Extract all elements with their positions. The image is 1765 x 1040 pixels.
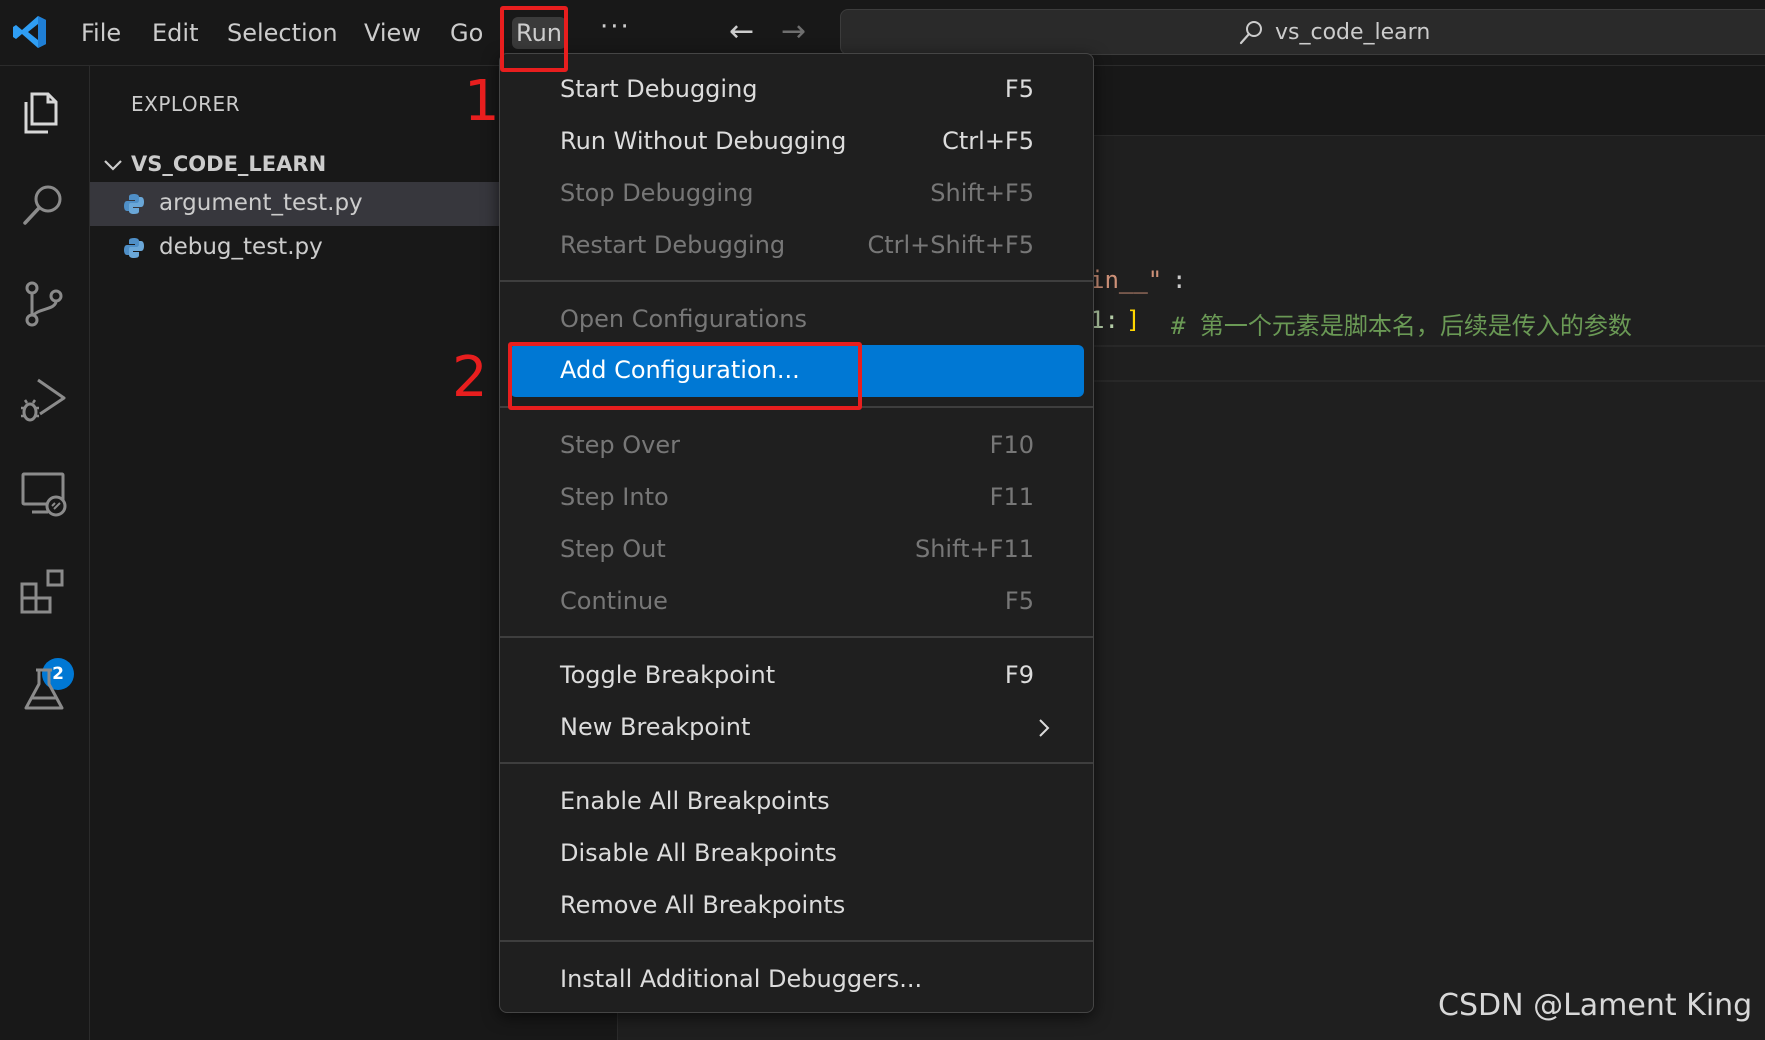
menu-item-start-debugging[interactable]: Start Debugging F5 [510,67,1084,113]
menu-file[interactable]: File [81,17,121,49]
menu-view[interactable]: View [364,17,421,49]
code-slice: 1: [1090,306,1119,334]
search-text: vs_code_learn [1275,20,1431,45]
menu-separator [500,762,1093,764]
menu-item-restart-debugging: Restart Debugging Ctrl+Shift+F5 [510,223,1084,269]
remote-explorer-icon[interactable] [18,468,70,520]
menu-edit[interactable]: Edit [152,17,198,49]
search-icon[interactable] [18,180,70,232]
activity-bar: 2 [0,66,90,1040]
menu-item-run-without-debugging[interactable]: Run Without Debugging Ctrl+F5 [510,119,1084,165]
forward-arrow-icon[interactable]: → [781,16,806,48]
python-file-icon [124,194,144,214]
menu-item-label: Continue [560,587,668,615]
menu-item-label: Run Without Debugging [560,127,847,155]
run-debug-icon[interactable] [18,372,70,424]
menu-item-label: Enable All Breakpoints [560,787,830,815]
code-comment: # 第一个元素是脚本名，后续是传入的参数 [1171,312,1632,340]
menu-item-label: Step Out [560,535,666,563]
menu-item-new-breakpoint[interactable]: New Breakpoint [510,705,1084,751]
menu-item-label: Disable All Breakpoints [560,839,837,867]
menu-item-continue: Continue F5 [510,579,1084,625]
run-menu-dropdown: Start Debugging F5 Run Without Debugging… [499,53,1094,1013]
menu-item-label: Install Additional Debuggers... [560,965,923,993]
menu-item-shortcut: F5 [1004,587,1034,615]
menu-item-remove-all-breakpoints[interactable]: Remove All Breakpoints [510,883,1084,929]
menu-item-label: Restart Debugging [560,231,786,259]
chevron-right-icon [1039,719,1050,737]
menu-item-shortcut: Shift+F11 [914,535,1034,563]
watermark: CSDN @Lament King [1438,988,1753,1023]
menu-item-shortcut: F5 [1004,75,1034,103]
menu-item-shortcut: Shift+F5 [930,179,1034,207]
code-bracket: ] [1126,306,1141,334]
menu-item-open-configurations: Open Configurations [510,297,1084,343]
code-colon: : [1172,266,1187,294]
file-name: argument_test.py [159,190,363,216]
highlight-box-run [500,6,568,72]
menu-item-shortcut: F10 [989,431,1034,459]
command-center-search[interactable]: vs_code_learn [840,9,1765,55]
menu-item-disable-all-breakpoints[interactable]: Disable All Breakpoints [510,831,1084,877]
menu-item-label: Toggle Breakpoint [560,661,776,689]
menu-selection[interactable]: Selection [227,17,338,49]
testing-icon[interactable] [18,664,70,716]
menu-item-label: Open Configurations [560,305,807,333]
menu-go[interactable]: Go [450,17,483,49]
menu-item-step-over: Step Over F10 [510,423,1084,469]
menu-item-install-additional-debuggers[interactable]: Install Additional Debuggers... [510,957,1084,1003]
menu-item-label: Stop Debugging [560,179,754,207]
python-file-icon [124,238,144,258]
menu-item-label: Remove All Breakpoints [560,891,846,919]
highlight-box-add-configuration [508,342,862,410]
menu-item-stop-debugging: Stop Debugging Shift+F5 [510,171,1084,217]
menu-item-label: Step Into [560,483,669,511]
back-arrow-icon[interactable]: ← [729,16,754,48]
chevron-down-icon [104,160,122,171]
vscode-logo-icon [13,16,46,48]
file-name: debug_test.py [159,234,323,260]
more-menus-button[interactable]: ··· [600,12,631,42]
explorer-title: EXPLORER [131,92,240,116]
menu-item-toggle-breakpoint[interactable]: Toggle Breakpoint F9 [510,653,1084,699]
menu-separator [500,280,1093,282]
menu-item-shortcut: Ctrl+F5 [942,127,1034,155]
menu-item-shortcut: F9 [1004,661,1034,689]
menu-item-enable-all-breakpoints[interactable]: Enable All Breakpoints [510,779,1084,825]
menu-item-shortcut: Ctrl+Shift+F5 [867,231,1034,259]
menu-item-shortcut: F11 [989,483,1034,511]
search-icon [1239,21,1262,45]
explorer-icon[interactable] [18,86,70,138]
menu-item-step-into: Step Into F11 [510,475,1084,521]
menu-item-label: New Breakpoint [560,713,751,741]
menu-separator [500,636,1093,638]
folder-name: VS_CODE_LEARN [131,152,327,176]
menu-item-label: Start Debugging [560,75,758,103]
menu-item-step-out: Step Out Shift+F11 [510,527,1084,573]
menu-separator [500,940,1093,942]
annotation-step-2: 2 [452,345,488,410]
extensions-icon[interactable] [18,566,70,618]
code-string: in__" [1090,266,1163,294]
source-control-icon[interactable] [18,278,70,330]
menu-item-label: Step Over [560,431,680,459]
annotation-step-1: 1 [464,69,500,134]
